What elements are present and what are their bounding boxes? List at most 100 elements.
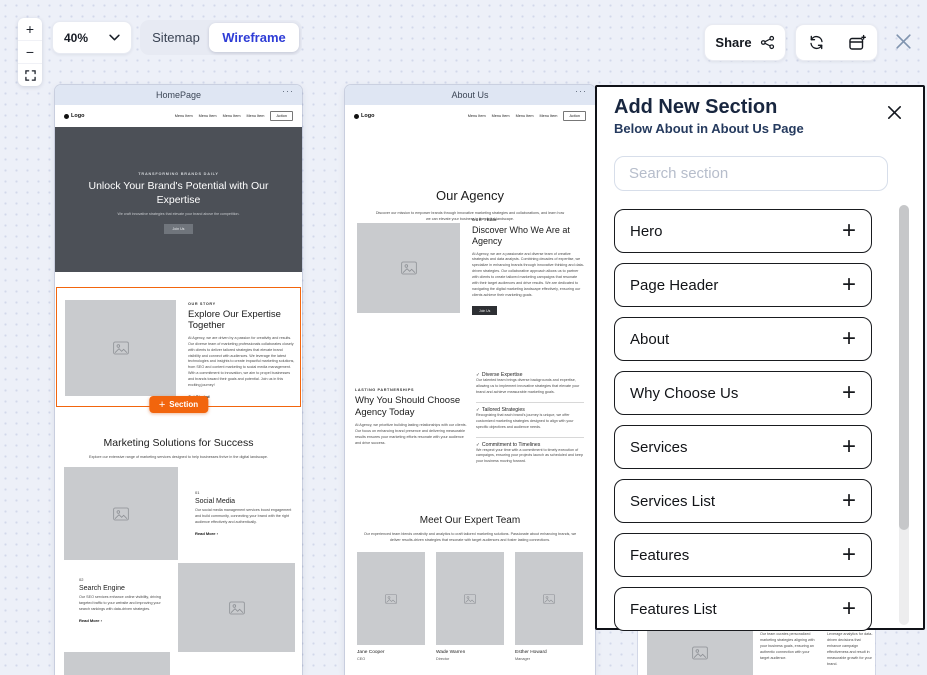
share-button[interactable]: Share [704, 24, 786, 61]
homepage-section-story-selected[interactable]: OUR STORY Explore Our Expertise Together… [56, 287, 301, 407]
modal-subtitle: Below About in About Us Page [614, 121, 804, 136]
service-number: 02 [79, 577, 84, 582]
services-heading: Marketing Solutions for Success [103, 437, 254, 449]
plus-icon[interactable]: + [842, 435, 856, 459]
image-placeholder [357, 223, 460, 313]
service-body: Our SEO services enhance online visibili… [79, 595, 161, 611]
plus-icon[interactable]: + [842, 273, 856, 297]
team-member-card: Wade Warren Director [436, 552, 504, 661]
canvas-actions-group [795, 24, 878, 61]
team-member-card: Esther Howard Manager [515, 552, 583, 661]
zoom-level-dropdown[interactable]: 40% [52, 21, 132, 54]
about-titlebar[interactable]: About Us ··· [345, 85, 595, 105]
about-section-team-intro[interactable]: OUR TEAM Discover Who We Are at Agency A… [472, 218, 584, 317]
story-eyebrow: OUR STORY [188, 302, 216, 306]
service-body: Our social media management services boo… [195, 508, 292, 524]
nav-menu-item: Menu Item [491, 114, 510, 118]
nav-menu-item-dropdown: Menu Item [222, 114, 241, 118]
service-link: Read More [195, 530, 216, 536]
section-option-page-header[interactable]: Page Header + [614, 263, 872, 307]
minus-icon: − [25, 44, 35, 60]
zoom-out-button[interactable]: − [18, 40, 42, 63]
image-placeholder [515, 552, 583, 645]
nav-menu-item-dropdown: Menu Item [515, 114, 534, 118]
modal-close-button[interactable] [885, 103, 904, 122]
homepage-section-navbar[interactable]: Logo Menu Item Menu Item Menu Item Menu … [55, 105, 302, 127]
logo-icon [64, 113, 69, 119]
close-icon [887, 105, 902, 120]
nav-menu-item: Menu Item [246, 114, 265, 118]
zoom-in-button[interactable]: + [18, 18, 42, 40]
member-role: Manager [515, 657, 530, 661]
window-sparkle-icon [849, 34, 866, 50]
logo-label: Logo [71, 113, 85, 119]
section-option-why-choose-us[interactable]: Why Choose Us + [614, 371, 872, 415]
share-button-label: Share [715, 35, 752, 50]
nav-action-button: Action [563, 111, 586, 121]
plus-icon[interactable]: + [842, 543, 856, 567]
plus-icon[interactable]: + [842, 327, 856, 351]
team-cards: Jane Cooper CEO Wade Warren Director Est… [357, 552, 583, 661]
refresh-button[interactable] [796, 25, 837, 60]
service-item-social-media[interactable]: 01 Social Media Our social media managem… [195, 490, 295, 536]
close-icon [896, 34, 911, 49]
plus-icon[interactable]: + [842, 597, 856, 621]
image-placeholder [64, 467, 178, 560]
member-name: Wade Warren [436, 650, 466, 655]
plus-icon: + [25, 21, 35, 37]
service-number: 01 [195, 490, 200, 495]
plus-icon: + [158, 398, 166, 411]
homepage-section-hero[interactable]: TRANSFORMING BRANDS DAILY Unlock Your Br… [55, 127, 302, 272]
share-icon [760, 35, 774, 50]
feature-title: Commitment to Timelines [481, 441, 541, 448]
service-item-search-engine[interactable]: 02 Search Engine Our SEO services enhanc… [79, 577, 169, 623]
plus-icon[interactable]: + [842, 489, 856, 513]
close-canvas-button[interactable] [893, 31, 914, 52]
why-heading: Why You Should Choose Agency Today [355, 395, 461, 418]
section-option-services-list[interactable]: Services List + [614, 479, 872, 523]
section-option-about[interactable]: About + [614, 317, 872, 361]
why-feature: ✓ Commitment to Timelines We respect your… [476, 436, 584, 472]
nav-menu-item: Menu Item [198, 114, 217, 118]
nav-menu-item: Menu Item [467, 114, 486, 118]
about-section-navbar[interactable]: Logo Menu Item Menu Item Menu Item Menu … [345, 105, 595, 127]
add-new-section-modal: Add New Section Below About in About Us … [595, 85, 925, 631]
member-name: Esther Howard [515, 650, 547, 655]
fit-screen-icon [24, 69, 36, 81]
tab-wireframe[interactable]: Wireframe [209, 23, 299, 52]
image-placeholder [357, 552, 425, 645]
new-page-button[interactable] [837, 25, 878, 60]
checkmark-icon: ✓ [476, 406, 480, 412]
tab-sitemap[interactable]: Sitemap [143, 23, 209, 52]
search-section-input[interactable] [614, 156, 888, 191]
image-placeholder [65, 300, 176, 396]
section-option-features[interactable]: Features + [614, 533, 872, 577]
section-option-services[interactable]: Services + [614, 425, 872, 469]
service-link: Read More [79, 617, 100, 623]
refresh-icon [810, 35, 823, 50]
about-heading: Discover Who We Are at Agency [472, 225, 570, 247]
team-subheading: Our experienced team blends creativity a… [363, 532, 577, 542]
page-card-about-us[interactable]: About Us ··· Logo Menu Item Menu Item Me… [345, 85, 595, 675]
overflow-menu-icon[interactable]: ··· [282, 86, 294, 96]
why-feature: ✓ Tailored Strategies Recognizing that ea… [476, 401, 584, 437]
why-body: At Agency, we prioritize building lastin… [355, 422, 467, 445]
story-heading: Explore Our Expertise Together [188, 309, 281, 332]
member-role: CEO [357, 657, 366, 661]
image-placeholder [436, 552, 504, 645]
page-card-homepage[interactable]: HomePage ··· Logo Menu Item Menu Item Me… [55, 85, 302, 675]
fit-screen-button[interactable] [18, 63, 42, 86]
plus-icon[interactable]: + [842, 219, 856, 243]
modal-scrollbar-thumb[interactable] [899, 205, 909, 530]
feature-title: Tailored Strategies [481, 406, 525, 413]
section-option-hero[interactable]: Hero + [614, 209, 872, 253]
homepage-titlebar[interactable]: HomePage ··· [55, 85, 302, 105]
overflow-menu-icon[interactable]: ··· [575, 86, 587, 96]
plus-icon[interactable]: + [842, 381, 856, 405]
service-title: Search Engine [79, 585, 125, 592]
about-section-why[interactable]: LASTING PARTNERSHIPS Why You Should Choo… [355, 388, 467, 446]
modal-scrollbar-track[interactable] [899, 205, 909, 625]
section-option-features-list[interactable]: Features List + [614, 587, 872, 631]
add-section-button[interactable]: + Section [148, 396, 209, 413]
member-name: Jane Cooper [357, 650, 385, 655]
